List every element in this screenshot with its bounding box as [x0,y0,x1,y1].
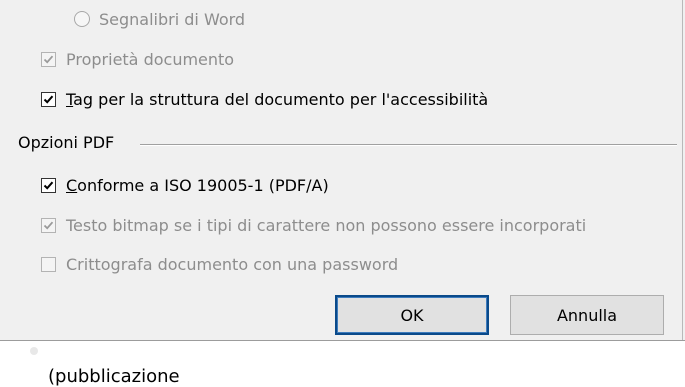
background-partial-text: (pubblicazione [48,366,180,387]
word-bookmarks-radio[interactable] [74,11,90,27]
access-key-letter: T [66,89,74,109]
encrypt-document-row[interactable]: Crittografa documento con una password [41,253,398,275]
bitmap-text-label: Testo bitmap se i tipi di carattere non … [66,215,587,235]
background-bullet [30,347,38,355]
dialog-right-edge [682,0,683,341]
iso-compliance-label: Conforme a ISO 19005-1 (PDF/A) [66,175,329,195]
checkmark-icon [43,181,54,190]
word-bookmarks-label: Segnalibri di Word [99,9,246,29]
pdf-options-group-label: Opzioni PDF [18,133,121,152]
document-properties-checkbox[interactable] [41,51,56,67]
checkmark-icon [43,95,54,104]
structure-tags-label: Tag per la struttura del documento per l… [66,89,489,109]
cancel-button[interactable]: Annulla [510,295,664,335]
pdf-options-group-line-highlight [140,145,677,146]
encrypt-document-label: Crittografa documento con una password [66,254,399,274]
access-key-letter: C [66,175,78,195]
document-properties-row[interactable]: Proprietà documento [41,48,234,70]
dialog-bottom-edge [0,340,685,341]
iso-compliance-checkbox[interactable] [41,177,56,193]
document-properties-label: Proprietà documento [66,49,235,69]
pdf-options-dialog: Segnalibri di Word Proprietà documento T… [0,0,685,340]
bitmap-text-row[interactable]: Testo bitmap se i tipi di carattere non … [41,214,586,236]
bitmap-text-checkbox[interactable] [41,217,56,233]
checkmark-icon [43,55,54,64]
checkmark-icon [43,221,54,230]
word-bookmarks-radio-row[interactable]: Segnalibri di Word [74,8,245,30]
encrypt-document-checkbox[interactable] [41,256,56,272]
ok-button[interactable]: OK [335,295,489,335]
structure-tags-checkbox[interactable] [41,91,56,107]
structure-tags-row[interactable]: Tag per la struttura del documento per l… [41,88,488,110]
iso-compliance-row[interactable]: Conforme a ISO 19005-1 (PDF/A) [41,174,329,196]
